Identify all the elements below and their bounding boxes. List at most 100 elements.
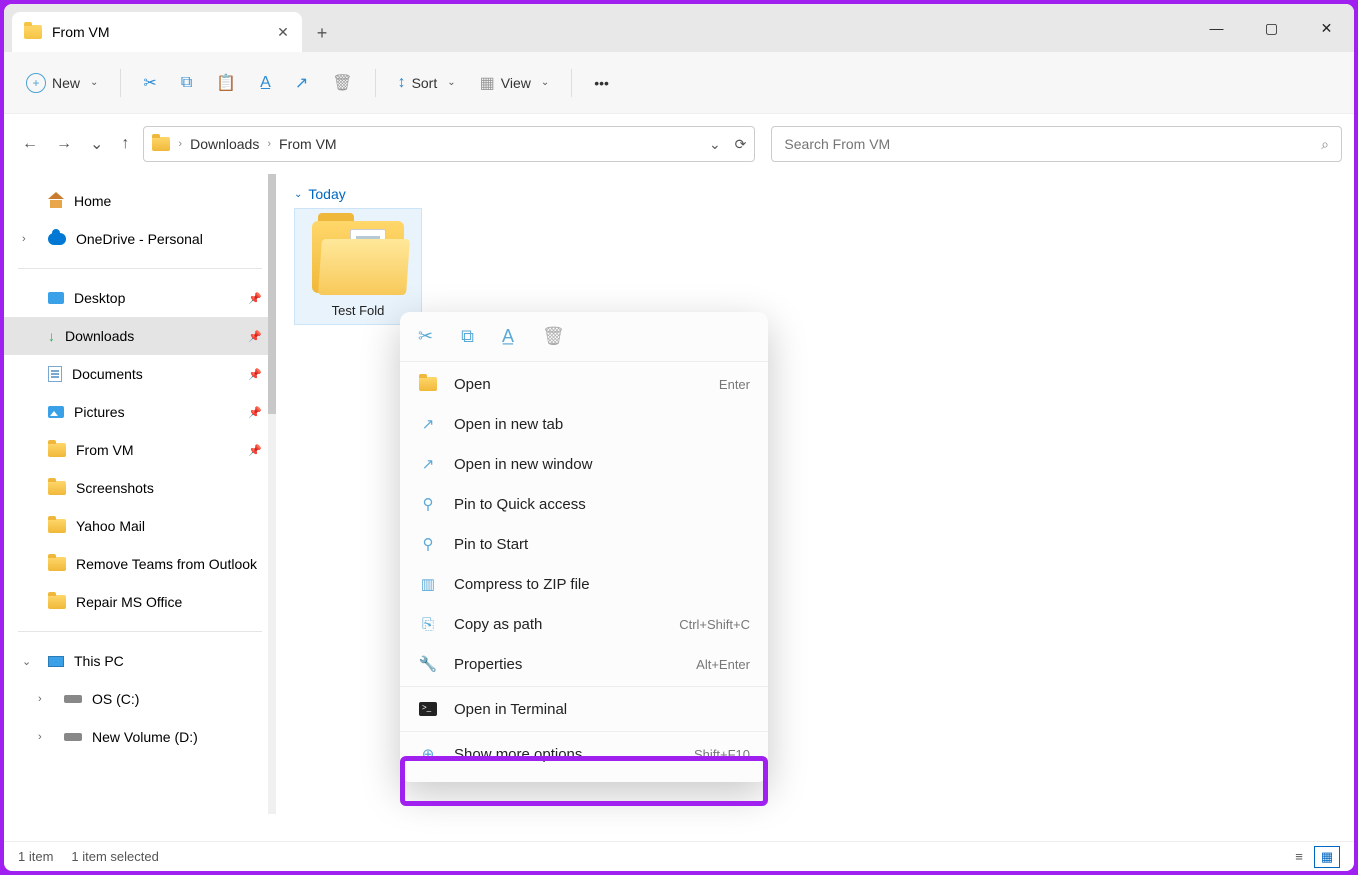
- close-tab-icon[interactable]: ✕: [276, 24, 290, 41]
- chevron-down-icon: ⌄: [447, 77, 455, 88]
- new-tab-button[interactable]: +: [302, 23, 342, 52]
- folder-icon: [48, 519, 66, 533]
- sidebar-item-screenshots[interactable]: Screenshots: [4, 469, 276, 507]
- folder-icon: [48, 595, 66, 609]
- folder-icon: [312, 221, 404, 293]
- sort-button[interactable]: ↕ Sort ⌄: [388, 65, 466, 101]
- wrench-icon: 🔧: [418, 655, 438, 673]
- context-pin-quick[interactable]: ⚲Pin to Quick access: [400, 484, 768, 524]
- open-window-icon: ↗: [418, 455, 438, 473]
- context-copy-path[interactable]: ⎘Copy as pathCtrl+Shift+C: [400, 604, 768, 644]
- search-icon[interactable]: ⌕: [1321, 136, 1329, 153]
- rename-icon[interactable]: A̲: [502, 326, 514, 347]
- window-controls: — ▢ ✕: [1189, 4, 1354, 52]
- nav-buttons: ← → ⌄ ↑: [16, 134, 135, 154]
- context-pin-start[interactable]: ⚲Pin to Start: [400, 524, 768, 564]
- context-compress-zip[interactable]: ▥Compress to ZIP file: [400, 564, 768, 604]
- up-button[interactable]: ↑: [121, 135, 129, 153]
- group-header-today[interactable]: ⌄ Today: [294, 186, 1336, 202]
- chevron-right-icon[interactable]: ›: [38, 693, 42, 705]
- sidebar-item-drive-d[interactable]: ›New Volume (D:): [4, 718, 276, 756]
- drive-icon: [64, 695, 82, 703]
- pc-icon: [48, 656, 64, 667]
- tab[interactable]: From VM ✕: [12, 12, 302, 52]
- cut-button[interactable]: ✂: [133, 65, 166, 101]
- context-properties[interactable]: 🔧PropertiesAlt+Enter: [400, 644, 768, 684]
- copy-icon[interactable]: ⧉: [461, 326, 474, 347]
- chevron-right-icon[interactable]: ›: [22, 233, 26, 245]
- selection-count: 1 item selected: [71, 849, 158, 864]
- pin-icon: ⚲: [418, 535, 438, 553]
- pin-icon[interactable]: 📌: [248, 406, 262, 419]
- context-open-new-tab[interactable]: ↗Open in new tab: [400, 404, 768, 444]
- folder-icon: [419, 377, 437, 391]
- new-button[interactable]: + New ⌄: [16, 65, 108, 101]
- sidebar-item-home[interactable]: Home: [4, 182, 276, 220]
- breadcrumb-downloads[interactable]: Downloads: [190, 136, 259, 152]
- context-open[interactable]: OpenEnter: [400, 364, 768, 404]
- sidebar-item-removeteams[interactable]: Remove Teams from Outlook: [4, 545, 276, 583]
- chevron-down-icon[interactable]: ⌄: [22, 655, 31, 668]
- view-button[interactable]: ▦ View ⌄: [470, 65, 560, 101]
- context-open-terminal[interactable]: Open in Terminal: [400, 689, 768, 729]
- folder-icon: [24, 25, 42, 39]
- back-button[interactable]: ←: [22, 135, 38, 153]
- sidebar-item-fromvm[interactable]: From VM📌: [4, 431, 276, 469]
- pin-icon[interactable]: 📌: [248, 368, 262, 381]
- recent-button[interactable]: ⌄: [90, 134, 103, 154]
- cloud-icon: [48, 233, 66, 245]
- scissors-icon: ✂: [143, 73, 156, 93]
- view-icon: ▦: [480, 73, 495, 93]
- trash-icon[interactable]: 🗑: [542, 326, 565, 347]
- folder-icon: [152, 137, 170, 151]
- share-button[interactable]: ↗: [285, 65, 318, 101]
- search-input[interactable]: [784, 136, 1321, 152]
- sidebar-scrollbar[interactable]: [268, 174, 276, 814]
- address-bar[interactable]: › Downloads › From VM ⌄ ⟳: [143, 126, 755, 162]
- refresh-button[interactable]: ⟳: [735, 136, 747, 153]
- minimize-button[interactable]: —: [1189, 4, 1244, 52]
- pin-icon[interactable]: 📌: [248, 444, 262, 457]
- pin-icon[interactable]: 📌: [248, 292, 262, 305]
- forward-button[interactable]: →: [56, 135, 72, 153]
- close-button[interactable]: ✕: [1299, 4, 1354, 52]
- cut-icon[interactable]: ✂: [418, 326, 433, 347]
- maximize-button[interactable]: ▢: [1244, 4, 1299, 52]
- item-count: 1 item: [18, 849, 53, 864]
- file-explorer-window: From VM ✕ + — ▢ ✕ + New ⌄ ✂ ⧉ 📋 A̲ ↗ 🗑 ↕…: [4, 4, 1354, 871]
- paste-button[interactable]: 📋: [206, 65, 246, 101]
- rename-button[interactable]: A̲: [250, 65, 281, 101]
- pin-icon[interactable]: 📌: [248, 330, 262, 343]
- file-label: Test Fold: [301, 303, 415, 318]
- sidebar-item-pictures[interactable]: Pictures📌: [4, 393, 276, 431]
- context-open-new-window[interactable]: ↗Open in new window: [400, 444, 768, 484]
- details-view-button[interactable]: ≡: [1286, 846, 1312, 868]
- nav-pane: Home ›OneDrive - Personal Desktop📌 ↓Down…: [4, 174, 276, 841]
- sidebar-item-repairoffice[interactable]: Repair MS Office: [4, 583, 276, 621]
- more-icon: ⊕: [418, 745, 438, 763]
- sidebar-item-onedrive[interactable]: ›OneDrive - Personal: [4, 220, 276, 258]
- breadcrumb-fromvm[interactable]: From VM: [279, 136, 337, 152]
- delete-button[interactable]: 🗑: [322, 65, 362, 101]
- sidebar-item-drive-c[interactable]: ›OS (C:): [4, 680, 276, 718]
- context-show-more[interactable]: ⊕Show more optionsShift+F10: [400, 734, 768, 774]
- icons-view-button[interactable]: ▦: [1314, 846, 1340, 868]
- sidebar-item-desktop[interactable]: Desktop📌: [4, 279, 276, 317]
- pictures-icon: [48, 406, 64, 418]
- folder-icon: [48, 557, 66, 571]
- sidebar-item-documents[interactable]: Documents📌: [4, 355, 276, 393]
- rename-icon: A̲: [260, 74, 271, 92]
- search-box[interactable]: ⌕: [771, 126, 1342, 162]
- sidebar-item-yahoomail[interactable]: Yahoo Mail: [4, 507, 276, 545]
- more-button[interactable]: •••: [584, 65, 619, 101]
- context-menu: ✂ ⧉ A̲ 🗑 OpenEnter ↗Open in new tab ↗Ope…: [400, 312, 768, 782]
- history-dropdown-icon[interactable]: ⌄: [709, 136, 721, 153]
- copy-button[interactable]: ⧉: [171, 65, 202, 101]
- sidebar-item-thispc[interactable]: ⌄This PC: [4, 642, 276, 680]
- sidebar-item-downloads[interactable]: ↓Downloads📌: [4, 317, 276, 355]
- file-item-testfolder[interactable]: Test Fold: [294, 208, 422, 325]
- pin-icon: ⚲: [418, 495, 438, 513]
- navigation-row: ← → ⌄ ↑ › Downloads › From VM ⌄ ⟳ ⌕: [4, 114, 1354, 174]
- chevron-right-icon[interactable]: ›: [38, 731, 42, 743]
- desktop-icon: [48, 292, 64, 304]
